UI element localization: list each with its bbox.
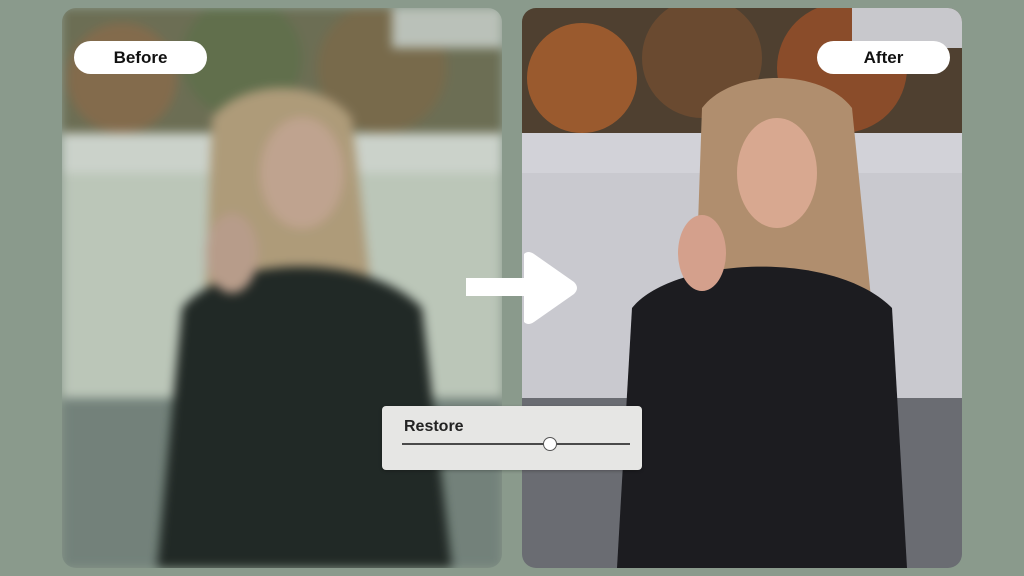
restore-slider-track[interactable] bbox=[402, 443, 630, 445]
after-photo bbox=[522, 8, 962, 568]
after-label-badge: After bbox=[817, 41, 950, 74]
right-arrow-icon bbox=[466, 252, 577, 324]
after-image-panel: After bbox=[522, 8, 962, 568]
before-photo bbox=[62, 8, 502, 568]
restore-slider-thumb[interactable] bbox=[543, 437, 558, 451]
restore-control: Restore bbox=[382, 406, 642, 470]
restore-label: Restore bbox=[404, 418, 464, 435]
before-label-badge: Before bbox=[74, 41, 207, 74]
before-image-panel: Before bbox=[62, 8, 502, 568]
